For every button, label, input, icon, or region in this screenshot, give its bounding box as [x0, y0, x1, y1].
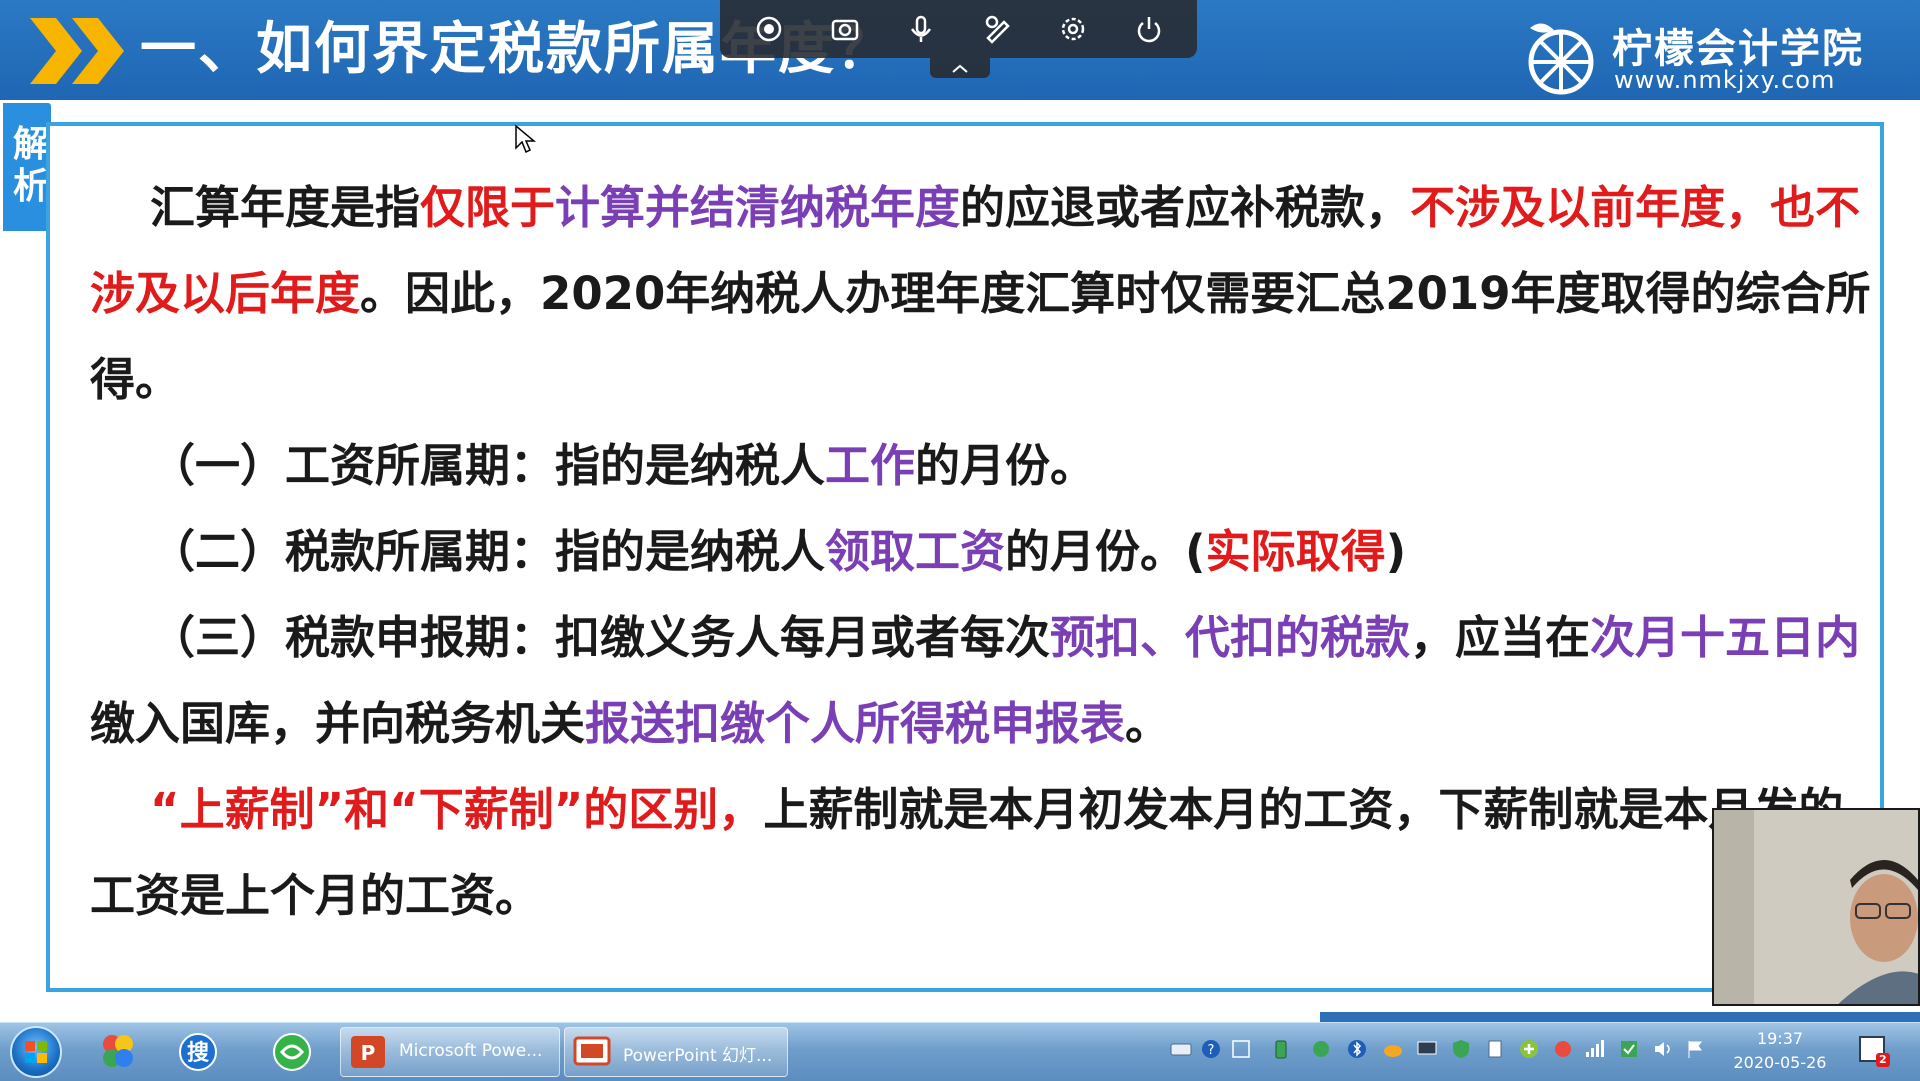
- highlight-red: 仅限于: [420, 181, 556, 234]
- notification-button[interactable]: 2: [1856, 1031, 1892, 1071]
- paragraph-salary-system: “上薪制”和“下薪制”的区别，上薪制就是本月初发本月的工资，下薪制就是本月发的工…: [90, 767, 1880, 939]
- flag-icon[interactable]: [1684, 1038, 1706, 1060]
- language-icon[interactable]: [1230, 1038, 1252, 1060]
- highlight-purple: 次月十五日内: [1590, 611, 1861, 664]
- update-plus-icon[interactable]: [1518, 1038, 1540, 1060]
- paragraph-tax-period: （二）税款所属期：指的是纳税人领取工资的月份。(实际取得): [90, 509, 1880, 595]
- paragraph-wage-period: （一）工资所属期：指的是纳税人工作的月份。: [90, 423, 1880, 509]
- svg-text:搜: 搜: [187, 1041, 210, 1066]
- presenter-webcam: [1712, 808, 1920, 1006]
- taskbar-item-label: Microsoft Powe...: [399, 1041, 543, 1061]
- notification-badge: 2: [1879, 1053, 1887, 1066]
- mouse-cursor-icon: [515, 124, 536, 154]
- text-run: 汇算年度是指: [150, 181, 421, 234]
- analysis-tag-char: 析: [13, 166, 50, 207]
- bluetooth-icon[interactable]: [1346, 1038, 1368, 1060]
- start-button[interactable]: [10, 1026, 62, 1078]
- power-icon[interactable]: [1132, 12, 1166, 46]
- text-run: ，应当在: [1410, 611, 1591, 664]
- svg-text:P: P: [361, 1041, 376, 1065]
- battery-icon[interactable]: [1270, 1038, 1292, 1060]
- text-run: 的应退或者应补税款，: [960, 181, 1411, 234]
- signal-icon[interactable]: [1584, 1038, 1606, 1060]
- toolbar-collapse-button[interactable]: [930, 58, 990, 78]
- presenter-video-image: [1714, 810, 1918, 1004]
- slide-footer-band: [1320, 1012, 1920, 1022]
- text-run: 的月份。(: [1005, 525, 1206, 578]
- record-icon[interactable]: [752, 12, 786, 46]
- highlight-purple: 领取工资: [825, 525, 1006, 578]
- highlight-purple: 工作: [825, 439, 916, 492]
- checkbox-icon[interactable]: [1618, 1038, 1640, 1060]
- camera-icon[interactable]: [828, 12, 862, 46]
- settings-icon[interactable]: [1056, 12, 1090, 46]
- lemon-logo-icon: [1528, 23, 1594, 95]
- cloud-icon[interactable]: [1382, 1038, 1404, 1060]
- text-run: （二）税款所属期：指的是纳税人: [150, 525, 826, 578]
- help-icon[interactable]: ?: [1200, 1038, 1222, 1060]
- windows-logo-icon: [25, 1041, 47, 1063]
- text-run: （三）税款申报期：扣缴义务人每月或者每次: [150, 611, 1051, 664]
- flower-app-icon[interactable]: [96, 1030, 140, 1074]
- search-app-icon[interactable]: 搜: [176, 1030, 220, 1074]
- flower-tray-icon[interactable]: [1552, 1038, 1574, 1060]
- taskbar: 搜 P Microsoft Powe... PowerPoint 幻灯... ?…: [0, 1022, 1920, 1081]
- browser-icon[interactable]: [270, 1030, 314, 1074]
- brand-url: www.nmkjxy.com: [1614, 66, 1836, 94]
- system-clock[interactable]: 19:37 2020-05-26: [1722, 1027, 1838, 1075]
- paragraph-settlement-year: 汇算年度是指仅限于计算并结清纳税年度的应退或者应补税款，不涉及以前年度，也不涉及…: [90, 165, 1880, 423]
- volume-icon[interactable]: [1652, 1038, 1674, 1060]
- double-chevron-icon: [30, 18, 124, 84]
- text-run: 的月份。: [915, 439, 1096, 492]
- clock-time: 19:37: [1756, 1029, 1804, 1048]
- slide-body: 汇算年度是指仅限于计算并结清纳税年度的应退或者应补税款，不涉及以前年度，也不涉及…: [90, 165, 1880, 939]
- network-shield-icon[interactable]: [1310, 1038, 1332, 1060]
- security-shield-icon[interactable]: [1450, 1038, 1472, 1060]
- taskbar-item-label: PowerPoint 幻灯...: [623, 1046, 773, 1066]
- slideshow-icon: [573, 1036, 611, 1066]
- highlight-red: “上薪制”和“下薪制”的区别，: [150, 783, 764, 836]
- clock-date: 2020-05-26: [1733, 1053, 1827, 1072]
- keyboard-icon[interactable]: [1170, 1038, 1192, 1060]
- recorder-toolbar: [720, 0, 1197, 58]
- taskbar-item-powerpoint[interactable]: P Microsoft Powe...: [340, 1027, 560, 1077]
- paragraph-filing-period: （三）税款申报期：扣缴义务人每月或者每次预扣、代扣的税款，应当在次月十五日内缴入…: [90, 595, 1880, 767]
- pen-tool-icon[interactable]: [980, 12, 1014, 46]
- display-icon[interactable]: [1416, 1038, 1438, 1060]
- text-run: 。: [1125, 697, 1171, 750]
- highlight-purple: 报送扣缴个人所得税申报表: [585, 697, 1126, 750]
- analysis-tag-char: 解: [13, 124, 50, 165]
- clipboard-icon[interactable]: [1484, 1038, 1506, 1060]
- highlight-purple: 预扣、代扣的税款: [1050, 611, 1411, 664]
- text-run: 缴入国库，并向税务机关: [90, 697, 586, 750]
- text-run: ): [1385, 525, 1407, 578]
- brand-logo: 柠檬会计学院 www.nmkjxy.com: [1520, 10, 1880, 95]
- powerpoint-icon: P: [351, 1036, 385, 1068]
- text-run: （一）工资所属期：指的是纳税人: [150, 439, 826, 492]
- highlight-purple: 计算并结清纳税年度: [555, 181, 961, 234]
- svg-text:?: ?: [1208, 1043, 1215, 1058]
- highlight-red: 实际取得: [1205, 525, 1386, 578]
- chevron-up-icon: [952, 64, 968, 73]
- taskbar-item-slideshow[interactable]: PowerPoint 幻灯...: [564, 1027, 788, 1077]
- microphone-icon[interactable]: [904, 12, 938, 46]
